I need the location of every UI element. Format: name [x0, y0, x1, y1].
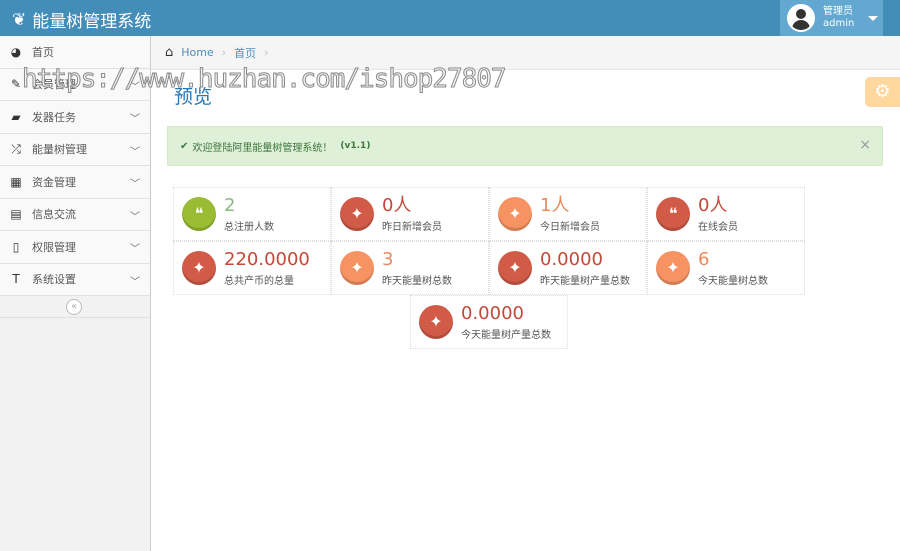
stat-value: 1人 [540, 194, 570, 216]
leaf-icon: ❦ [12, 9, 27, 30]
alert-version: (v1.1) [340, 141, 371, 151]
stat-label: 今天能量树总数 [698, 275, 768, 287]
top-navbar: ❦ 能量树管理系统 管理员 admin [0, 0, 900, 36]
comments-icon: ❝ [656, 197, 690, 231]
text-icon: T [12, 272, 20, 287]
stat-card: ✦ 6 今天能量树总数 [647, 241, 805, 295]
stat-value: 0人 [382, 194, 412, 216]
stat-label: 昨日新增会员 [382, 221, 442, 233]
stat-label: 今日新增会员 [540, 221, 600, 233]
stat-value: 0.0000 [540, 248, 603, 270]
chevron-down-icon: ﹀ [130, 81, 140, 93]
stat-value: 2 [224, 194, 236, 216]
sidebar-item-label: 会员管理 [32, 78, 76, 92]
stat-label: 昨天能量树总数 [382, 275, 452, 287]
twitter-icon: ✦ [498, 251, 532, 285]
twitter-icon: ✦ [419, 305, 453, 339]
stat-label: 总注册人数 [224, 221, 274, 233]
welcome-alert: ✔ 欢迎登陆阿里能量树管理系统！ (v1.1) × [167, 126, 883, 166]
sidebar-collapse: « [0, 296, 150, 318]
dashboard-icon: ◕ [10, 44, 22, 59]
chevron-down-icon: ﹀ [130, 276, 140, 288]
sidebar-item-label: 权限管理 [32, 240, 76, 254]
app-title: 能量树管理系统 [32, 12, 152, 32]
twitter-icon: ✦ [340, 197, 374, 231]
page-title: 预览 [174, 86, 213, 108]
twitter-icon: ✦ [340, 251, 374, 285]
stat-value: 0人 [698, 194, 728, 216]
settings-gear-icon[interactable]: ⚙ [865, 77, 900, 107]
chevron-down-icon: ﹀ [130, 179, 140, 190]
chevron-down-icon: ﹀ [130, 211, 140, 223]
stat-value: 220.0000 [224, 248, 310, 270]
breadcrumb-home[interactable]: Home [181, 46, 213, 59]
double-chevron-left-icon[interactable]: « [66, 299, 82, 315]
stat-value: 0.0000 [461, 302, 524, 324]
stat-label: 总共产币的总量 [224, 275, 294, 287]
calendar-icon: ▦ [10, 174, 22, 189]
user-role: 管理员 [823, 6, 853, 17]
stat-card: ❝ 2 总注册人数 [173, 187, 331, 241]
file-icon: ▯ [12, 239, 20, 254]
chevron-down-icon: ﹀ [130, 146, 140, 158]
sidebar: ◕ 首页 ✎ 会员管理 ﹀ ▰ 发器任务 ﹀ ⤮ 能量树管理 ﹀ ▦ 资金管理 ﹀ ▤ 信息交流 ﹀ ▯ 权限管理 ﹀… [0, 36, 151, 551]
sidebar-item-label: 发器任务 [32, 110, 76, 124]
stat-label: 今天能量树产量总数 [461, 329, 551, 341]
brand[interactable]: ❦ 能量树管理系统 [12, 7, 152, 33]
stat-value: 3 [382, 248, 394, 270]
twitter-icon: ✦ [498, 197, 532, 231]
sidebar-item[interactable]: T 系统设置 ﹀ [0, 263, 150, 296]
list-icon: ▤ [10, 207, 22, 222]
sidebar-item[interactable]: ▦ 资金管理 ﹀ [0, 166, 150, 199]
avatar [787, 4, 815, 32]
shuffle-icon: ⤮ [11, 141, 21, 156]
chevron-down-icon: ﹀ [130, 114, 140, 125]
stat-card: ✦ 3 昨天能量树总数 [331, 241, 489, 295]
stat-label: 昨天能量树产量总数 [540, 275, 630, 287]
stat-card: ✦ 0.0000 今天能量树产量总数 [410, 295, 568, 349]
sidebar-item[interactable]: ✎ 会员管理 ﹀ [0, 68, 150, 101]
sidebar-item[interactable]: ⤮ 能量树管理 ﹀ [0, 133, 150, 166]
caret-down-icon [868, 15, 879, 21]
stat-card: ✦ 0人昨日新增会员 [331, 187, 489, 241]
stats-grid: ❝ 2 总注册人数 ✦ 0人昨日新增会员 ✦ 1人今日新增会员 ❝ 0人在线会员 ✦ 220.000… [173, 187, 805, 349]
user-menu[interactable]: 管理员 admin [780, 0, 883, 36]
stat-card: ✦ 0.0000 昨天能量树产量总数 [489, 241, 647, 295]
breadcrumb-separator: › [264, 46, 269, 59]
breadcrumb: ⌂ Home › 首页 › [151, 36, 900, 70]
twitter-icon: ✦ [656, 251, 690, 285]
stat-card: ✦ 220.0000 总共产币的总量 [173, 241, 331, 295]
sidebar-item-label: 能量树管理 [32, 143, 87, 157]
home-icon: ⌂ [165, 45, 174, 60]
sidebar-item-label: 资金管理 [32, 175, 76, 189]
stat-value: 6 [698, 248, 710, 270]
user-name: admin [823, 18, 855, 29]
edit-icon: ✎ [10, 77, 22, 92]
breadcrumb-separator: › [221, 46, 227, 59]
stat-label: 在线会员 [698, 221, 738, 233]
book-icon: ▰ [11, 109, 21, 124]
close-icon[interactable]: × [859, 137, 871, 153]
comments-icon: ❝ [182, 197, 216, 231]
alert-text: 欢迎登陆阿里能量树管理系统！ [192, 142, 333, 154]
sidebar-item-label: 系统设置 [32, 273, 76, 287]
breadcrumb-current[interactable]: 首页 [234, 45, 256, 61]
sidebar-item-label: 首页 [32, 45, 54, 59]
sidebar-item[interactable]: ▯ 权限管理 ﹀ [0, 231, 150, 264]
twitter-icon: ✦ [182, 251, 216, 285]
sidebar-item[interactable]: ▤ 信息交流 ﹀ [0, 198, 150, 231]
chevron-down-icon: ﹀ [130, 244, 140, 255]
check-icon: ✔ [180, 140, 189, 152]
stat-card: ✦ 1人今日新增会员 [489, 187, 647, 241]
sidebar-item[interactable]: ▰ 发器任务 ﹀ [0, 101, 150, 134]
stat-card: ❝ 0人在线会员 [647, 187, 805, 241]
sidebar-item-label: 信息交流 [32, 208, 76, 222]
sidebar-item[interactable]: ◕ 首页 [0, 36, 150, 69]
